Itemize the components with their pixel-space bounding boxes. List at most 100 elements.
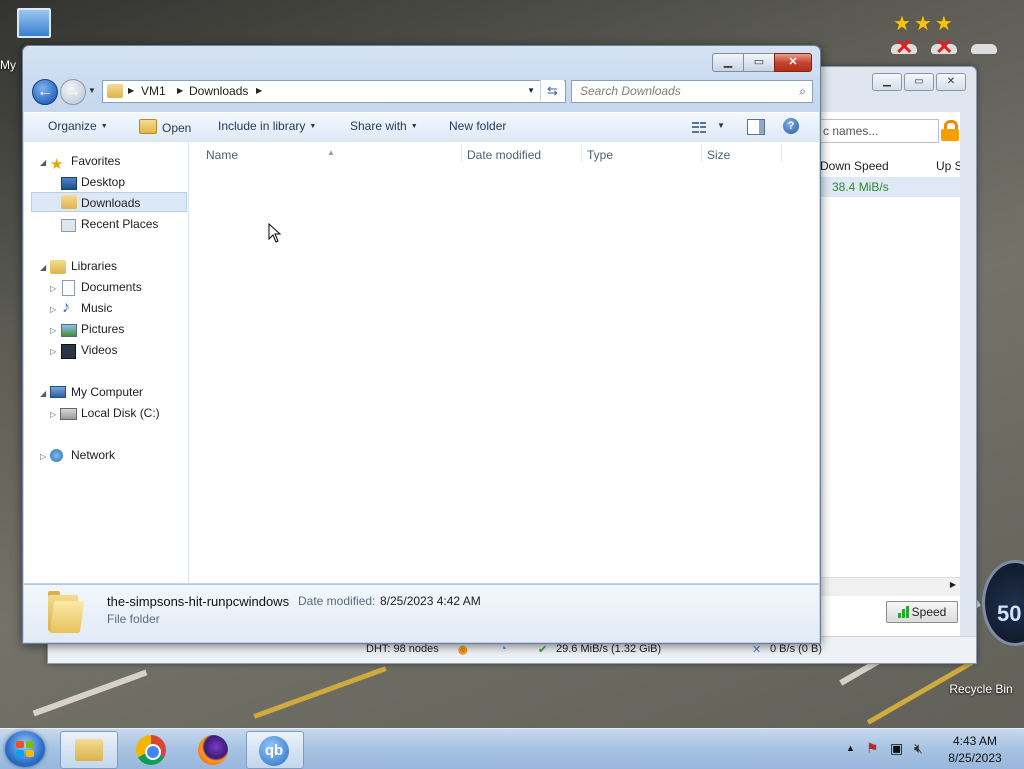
selected-item-name: the-simpsons-hit-runpcwindows: [107, 594, 290, 609]
qb-col-down-speed[interactable]: Down Speed: [820, 159, 889, 173]
qb-col-up-speed[interactable]: Up S: [936, 159, 960, 173]
network-tray-icon[interactable]: ▣: [890, 740, 903, 757]
breadcrumb-downloads[interactable]: Downloads: [189, 84, 248, 98]
close-button[interactable]: ✕: [774, 53, 812, 72]
nav-my-computer[interactable]: My Computer: [71, 385, 143, 399]
nav-videos[interactable]: Videos: [81, 343, 117, 357]
organize-button[interactable]: Organize ▼: [48, 119, 108, 133]
search-input[interactable]: Search Downloads ⌕: [571, 80, 813, 103]
column-divider[interactable]: [581, 144, 582, 162]
sort-ascending-icon: ▲: [327, 148, 335, 157]
pictures-icon: [61, 324, 77, 337]
qb-status-dht: DHT: 98 nodes: [366, 643, 439, 655]
nav-desktop[interactable]: Desktop: [81, 175, 125, 189]
preview-pane-icon[interactable]: [747, 119, 765, 135]
maximize-button[interactable]: ▭: [743, 53, 774, 72]
breadcrumb-separator[interactable]: ▶: [177, 86, 183, 95]
clock-time[interactable]: 4:43 AM: [940, 734, 1010, 748]
hud-wanted-stars: ★ ★ ★: [893, 14, 953, 34]
nav-recent-places[interactable]: Recent Places: [81, 217, 158, 231]
downloads-folder-icon: [61, 195, 77, 209]
start-button[interactable]: [5, 731, 45, 767]
qb-table-header: Down Speed Up S: [820, 155, 960, 178]
file-list[interactable]: ▲ Name Date modified Type Size: [189, 142, 819, 583]
minimize-button[interactable]: ▁: [712, 53, 743, 72]
share-with-button[interactable]: Share with ▼: [350, 119, 418, 133]
taskbar-qbittorrent-button[interactable]: qb: [246, 731, 304, 769]
desktop-icon: [61, 177, 77, 190]
nav-libraries[interactable]: Libraries: [71, 259, 117, 273]
search-icon[interactable]: ⌕: [799, 84, 806, 99]
show-hidden-icons[interactable]: ▲: [846, 743, 855, 753]
refresh-icon[interactable]: ⇆: [540, 80, 564, 101]
scroll-right-icon[interactable]: ▶: [950, 580, 956, 589]
collapse-icon[interactable]: ◢: [40, 263, 46, 272]
column-divider[interactable]: [701, 144, 702, 162]
qb-speed-button[interactable]: Speed: [886, 601, 958, 623]
column-divider[interactable]: [461, 144, 462, 162]
nav-music[interactable]: Music: [81, 301, 112, 315]
column-divider[interactable]: [781, 144, 782, 162]
taskbar-chrome-button[interactable]: [124, 731, 180, 767]
breadcrumb-vm1[interactable]: VM1: [141, 84, 166, 98]
desktop-icon-recycle-bin[interactable]: Recycle Bin: [946, 682, 1016, 696]
include-in-library-button[interactable]: Include in library ▼: [218, 119, 316, 133]
expand-icon[interactable]: ▷: [50, 347, 56, 356]
nav-network[interactable]: Network: [71, 448, 115, 462]
qb-torrent-row[interactable]: 38.4 MiB/s: [820, 177, 960, 197]
desktop-icon-my-computer[interactable]: [14, 8, 54, 38]
qb-status-download: 29.6 MiB/s (1.32 GiB): [556, 643, 662, 655]
nav-local-disk[interactable]: Local Disk (C:): [81, 406, 160, 420]
computer-icon: [17, 8, 51, 38]
qb-close-button[interactable]: ✕: [936, 73, 966, 91]
action-center-icon[interactable]: ⚑: [866, 740, 879, 757]
folder-icon: [107, 84, 123, 98]
qb-row-down-speed: 38.4 MiB/s: [832, 180, 889, 194]
breadcrumb-separator[interactable]: ▶: [128, 86, 134, 95]
nav-pictures[interactable]: Pictures: [81, 322, 124, 336]
lock-icon[interactable]: [941, 120, 959, 141]
change-view-icon[interactable]: [692, 121, 706, 133]
forward-button[interactable]: →: [60, 79, 86, 105]
selected-item-type: File folder: [107, 612, 160, 626]
star-icon: ★: [50, 156, 64, 173]
expand-icon[interactable]: ▷: [50, 284, 56, 293]
qb-horizontal-scrollbar[interactable]: ▶: [820, 577, 960, 596]
column-date-modified[interactable]: Date modified: [467, 148, 541, 162]
expand-icon[interactable]: ▷: [50, 410, 56, 419]
collapse-icon[interactable]: ◢: [40, 158, 46, 167]
firefox-icon: [198, 735, 228, 765]
qb-filter-input[interactable]: c names...: [820, 119, 939, 143]
column-headers: ▲ Name Date modified Type Size: [189, 142, 819, 164]
command-bar: Organize ▼ Open Include in library ▼ Share…: [24, 112, 819, 143]
nav-documents[interactable]: Documents: [81, 280, 142, 294]
view-options-dropdown[interactable]: ▼: [717, 121, 725, 130]
address-dropdown-icon[interactable]: ▼: [527, 86, 535, 95]
recent-pages-dropdown[interactable]: ▼: [88, 86, 96, 95]
speedometer-value: 50: [997, 601, 1022, 626]
clock-date[interactable]: 8/25/2023: [940, 751, 1010, 765]
column-type[interactable]: Type: [587, 148, 613, 162]
column-name[interactable]: Name: [206, 148, 238, 162]
taskbar-explorer-button[interactable]: [60, 731, 118, 769]
nav-favorites[interactable]: Favorites: [71, 154, 120, 168]
volume-muted-icon[interactable]: 🔇︎: [914, 740, 923, 757]
open-button[interactable]: Open: [139, 119, 191, 135]
new-folder-button[interactable]: New folder: [449, 119, 506, 133]
column-size[interactable]: Size: [707, 148, 730, 162]
firewall-icon: ◉: [458, 644, 468, 656]
explorer-window[interactable]: ▁ ▭ ✕ ← → ▼ ▶ VM1 ▶ Downloads ▶ ▼ ⇆ Sear…: [22, 45, 821, 644]
collapse-icon[interactable]: ◢: [40, 389, 46, 398]
nav-downloads-selected[interactable]: Downloads: [31, 192, 187, 212]
address-bar[interactable]: ▶ VM1 ▶ Downloads ▶ ▼: [102, 80, 566, 103]
qb-maximize-button[interactable]: ▭: [904, 73, 934, 91]
back-button[interactable]: ←: [32, 79, 58, 105]
expand-icon[interactable]: ▷: [40, 452, 46, 461]
expand-icon[interactable]: ▷: [50, 305, 56, 314]
breadcrumb-separator[interactable]: ▶: [256, 86, 262, 95]
upload-arrow-icon: ✕: [752, 644, 762, 656]
taskbar-firefox-button[interactable]: [186, 731, 242, 767]
expand-icon[interactable]: ▷: [50, 326, 56, 335]
help-icon[interactable]: ?: [783, 118, 799, 134]
qb-minimize-button[interactable]: ▁: [872, 73, 902, 91]
